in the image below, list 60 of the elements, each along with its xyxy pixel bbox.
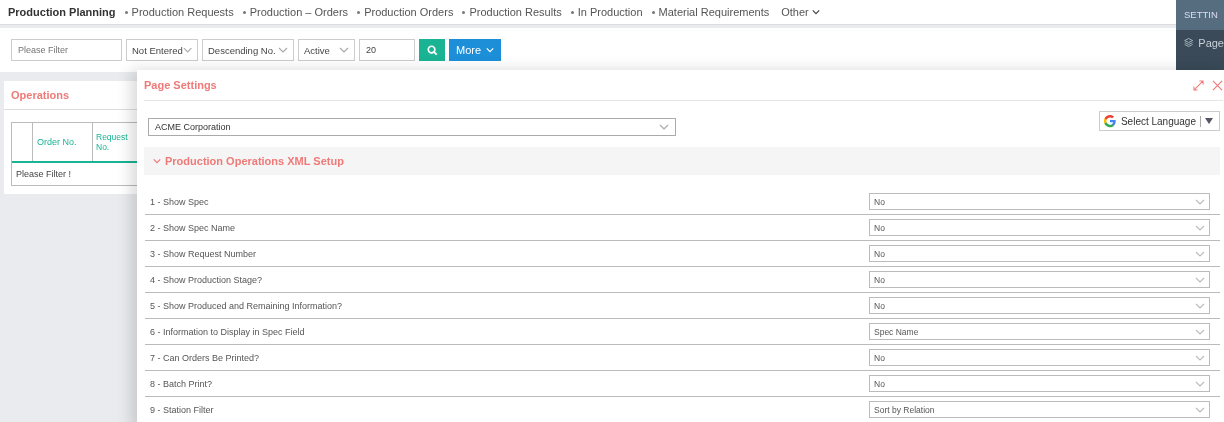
- close-icon[interactable]: [1212, 79, 1223, 91]
- nav-link[interactable]: In Production: [570, 6, 643, 18]
- setting-select[interactable]: No: [869, 297, 1210, 314]
- empty-message: Please Filter !: [15, 168, 73, 181]
- setting-select[interactable]: Spec Name: [869, 323, 1210, 340]
- nav-link[interactable]: Material Requirements: [651, 6, 770, 18]
- expand-icon[interactable]: [1193, 79, 1204, 91]
- setting-select[interactable]: Sort by Relation: [869, 401, 1210, 418]
- chevron-icon: [182, 47, 192, 53]
- more-button[interactable]: More: [449, 39, 501, 61]
- setting-label: 6 - Information to Display in Spec Field: [149, 326, 305, 337]
- nav-link[interactable]: Production Results: [462, 6, 562, 18]
- setting-label: 4 - Show Production Stage?: [149, 274, 263, 285]
- filter-select[interactable]: Not Entered: [126, 39, 198, 61]
- chevron-icon: [486, 47, 495, 53]
- dropdown-arrow-icon: [1205, 118, 1213, 124]
- chevron-icon: [278, 47, 288, 53]
- panel-title: SETTIN: [1176, 0, 1224, 30]
- nav-title[interactable]: Production Planning: [8, 6, 116, 18]
- filter-field[interactable]: Please Filter: [11, 39, 122, 61]
- setting-label: 9 - Station Filter: [149, 404, 214, 415]
- setting-select[interactable]: No: [869, 375, 1210, 392]
- chevron-icon: [1195, 302, 1205, 309]
- setting-select[interactable]: No: [869, 193, 1210, 210]
- setting-label: 8 - Batch Print?: [149, 378, 213, 389]
- nav-link[interactable]: Production Orders: [357, 6, 454, 18]
- chevron-icon: [339, 47, 349, 53]
- setting-select[interactable]: No: [869, 271, 1210, 288]
- chevron-icon: [1195, 406, 1205, 413]
- filter-select[interactable]: Active: [298, 39, 355, 61]
- setting-label: 2 - Show Spec Name: [149, 222, 236, 233]
- setting-label: 5 - Show Produced and Remaining Information?: [149, 300, 343, 311]
- chevron-icon: [1195, 380, 1205, 387]
- search-icon: [426, 44, 438, 56]
- chevron-icon: [811, 9, 820, 15]
- setting-select[interactable]: No: [869, 349, 1210, 366]
- search-button[interactable]: [419, 39, 445, 61]
- count-field[interactable]: 20: [359, 39, 415, 61]
- nav-link[interactable]: Production – Orders: [242, 6, 349, 18]
- chevron-icon: [1195, 328, 1205, 335]
- chevron-icon: [1195, 354, 1205, 361]
- chevron-icon: [1195, 276, 1205, 283]
- panel-item[interactable]: Page: [1176, 30, 1224, 49]
- setting-label: 1 - Show Spec: [149, 196, 209, 207]
- chevron-icon: [1195, 198, 1205, 205]
- g-logo-icon: [1102, 114, 1117, 128]
- layers-icon: [1184, 36, 1194, 49]
- company-select[interactable]: ACME Corporation: [148, 118, 676, 136]
- setting-label: 7 - Can Orders Be Printed?: [149, 352, 260, 363]
- chevron-icon: [1195, 250, 1205, 257]
- filter-select[interactable]: Descending No.: [202, 39, 294, 61]
- language-select[interactable]: Select Language: [1098, 111, 1220, 131]
- setting-select[interactable]: No: [869, 245, 1210, 262]
- panel-item-label: Page: [1198, 36, 1224, 49]
- chevron-icon: [1195, 224, 1205, 231]
- other-menu[interactable]: Other: [781, 6, 820, 18]
- setting-select[interactable]: No: [869, 219, 1210, 236]
- nav-link[interactable]: Production Requests: [124, 6, 234, 18]
- chevron-icon: [659, 124, 669, 130]
- setting-label: 3 - Show Request Number: [149, 248, 257, 259]
